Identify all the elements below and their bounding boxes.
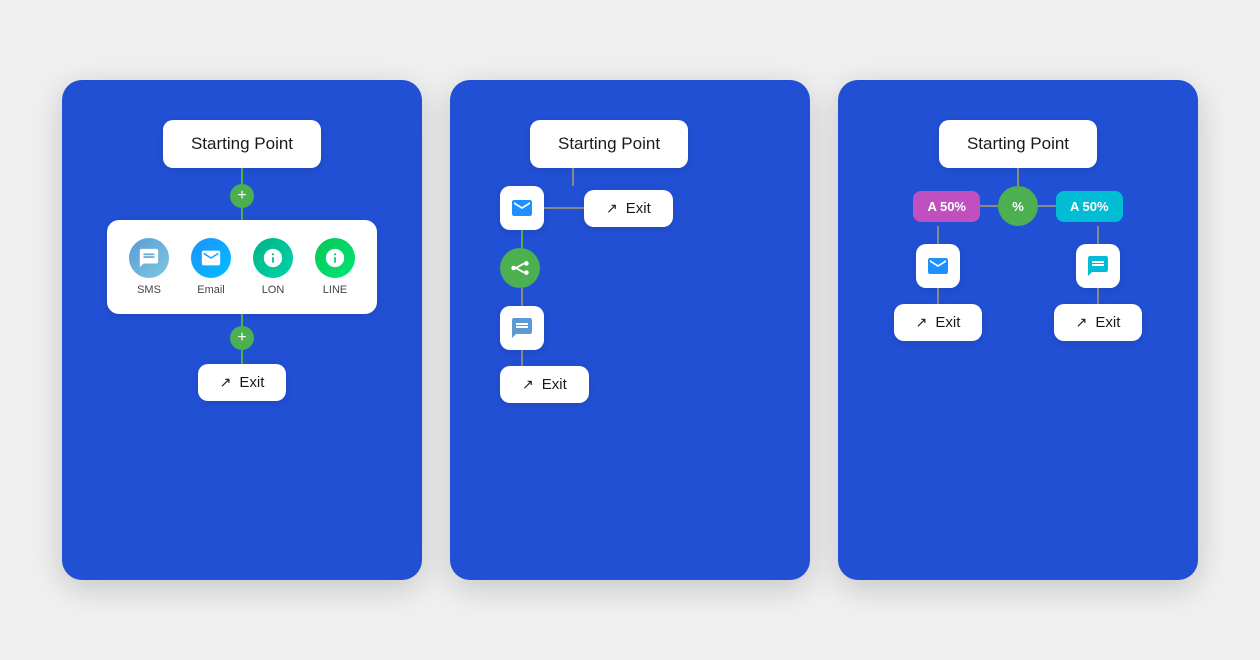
- email-label: Email: [197, 284, 225, 296]
- exit-label-3r: Exit: [1095, 314, 1120, 331]
- right-action-node[interactable]: [1076, 244, 1120, 288]
- card-3: Starting Point A 50% % A 50%: [838, 80, 1198, 580]
- branch-right: ↗ Exit: [1054, 226, 1143, 341]
- channel-lon: LON: [253, 238, 293, 296]
- conn2-v2: [521, 230, 523, 248]
- card-2: Starting Point ↗ Exit: [450, 80, 810, 580]
- card3-branches: ↗ Exit ↗ Exit: [858, 226, 1178, 341]
- conn3-right-v2: [1097, 288, 1099, 304]
- connector-v-1d: [241, 350, 243, 364]
- exit-label-2b: Exit: [542, 376, 567, 393]
- conn3-v1: [1017, 168, 1019, 186]
- exit-node-2a: ↗ Exit: [584, 190, 673, 227]
- starting-point-1: Starting Point: [163, 120, 321, 168]
- connector-v-1b: [241, 208, 243, 220]
- card2-row1: ↗ Exit: [500, 186, 673, 230]
- conn3-left-v2: [937, 288, 939, 304]
- exit-icon-2a: ↗: [606, 200, 618, 217]
- channel-line: LINE: [315, 238, 355, 296]
- lon-icon: [253, 238, 293, 278]
- sms-icon: [129, 238, 169, 278]
- sms-action-node[interactable]: [500, 306, 544, 350]
- line-label: LINE: [323, 284, 347, 296]
- line-icon: [315, 238, 355, 278]
- exit-icon-2b: ↗: [522, 376, 534, 393]
- conn2-h1: [544, 207, 584, 209]
- exit-node-3-left: ↗ Exit: [894, 304, 983, 341]
- connector-v-1c: [241, 314, 243, 326]
- exit-node-2b: ↗ Exit: [500, 366, 589, 403]
- exit-node-1: ↗ Exit: [198, 364, 287, 401]
- conn2-v4: [521, 350, 523, 366]
- exit-icon-1: ↗: [220, 374, 232, 391]
- conn3-right-v1: [1097, 226, 1099, 244]
- exit-label-2a: Exit: [626, 200, 651, 217]
- card-1: Starting Point + SMS E: [62, 80, 422, 580]
- ab-label-right: A 50%: [1056, 191, 1123, 222]
- starting-point-2: Starting Point: [530, 120, 688, 168]
- card2-flow: Starting Point ↗ Exit: [470, 120, 790, 403]
- plus-circle-1b[interactable]: +: [230, 326, 254, 350]
- cards-container: Starting Point + SMS E: [22, 40, 1238, 620]
- exit-label-1: Exit: [239, 374, 264, 391]
- connector-v-1a: [241, 168, 243, 184]
- exit-icon-3l: ↗: [916, 314, 928, 331]
- exit-icon-3r: ↗: [1076, 314, 1088, 331]
- percent-node[interactable]: %: [998, 186, 1038, 226]
- card3-flow: Starting Point A 50% % A 50%: [858, 120, 1178, 341]
- split-node[interactable]: [500, 248, 540, 288]
- card1-flow: Starting Point + SMS E: [82, 120, 402, 401]
- email-action-node[interactable]: [500, 186, 544, 230]
- conn2-v3: [521, 288, 523, 306]
- sms-label: SMS: [137, 284, 161, 296]
- left-action-node[interactable]: [916, 244, 960, 288]
- conn2-v1: [572, 168, 574, 186]
- starting-point-3: Starting Point: [939, 120, 1097, 168]
- email-icon: [191, 238, 231, 278]
- channel-sms: SMS: [129, 238, 169, 296]
- conn3-left-v1: [937, 226, 939, 244]
- channel-box: SMS Email LON: [107, 220, 377, 314]
- ab-label-left: A 50%: [913, 191, 980, 222]
- conn3-h-left: [980, 205, 998, 207]
- plus-circle-1[interactable]: +: [230, 184, 254, 208]
- channel-email: Email: [191, 238, 231, 296]
- card3-ab-row: A 50% % A 50%: [913, 186, 1122, 226]
- branch-left: ↗ Exit: [894, 226, 983, 341]
- exit-label-3l: Exit: [935, 314, 960, 331]
- conn3-h-right: [1038, 205, 1056, 207]
- lon-label: LON: [262, 284, 285, 296]
- exit-node-3-right: ↗ Exit: [1054, 304, 1143, 341]
